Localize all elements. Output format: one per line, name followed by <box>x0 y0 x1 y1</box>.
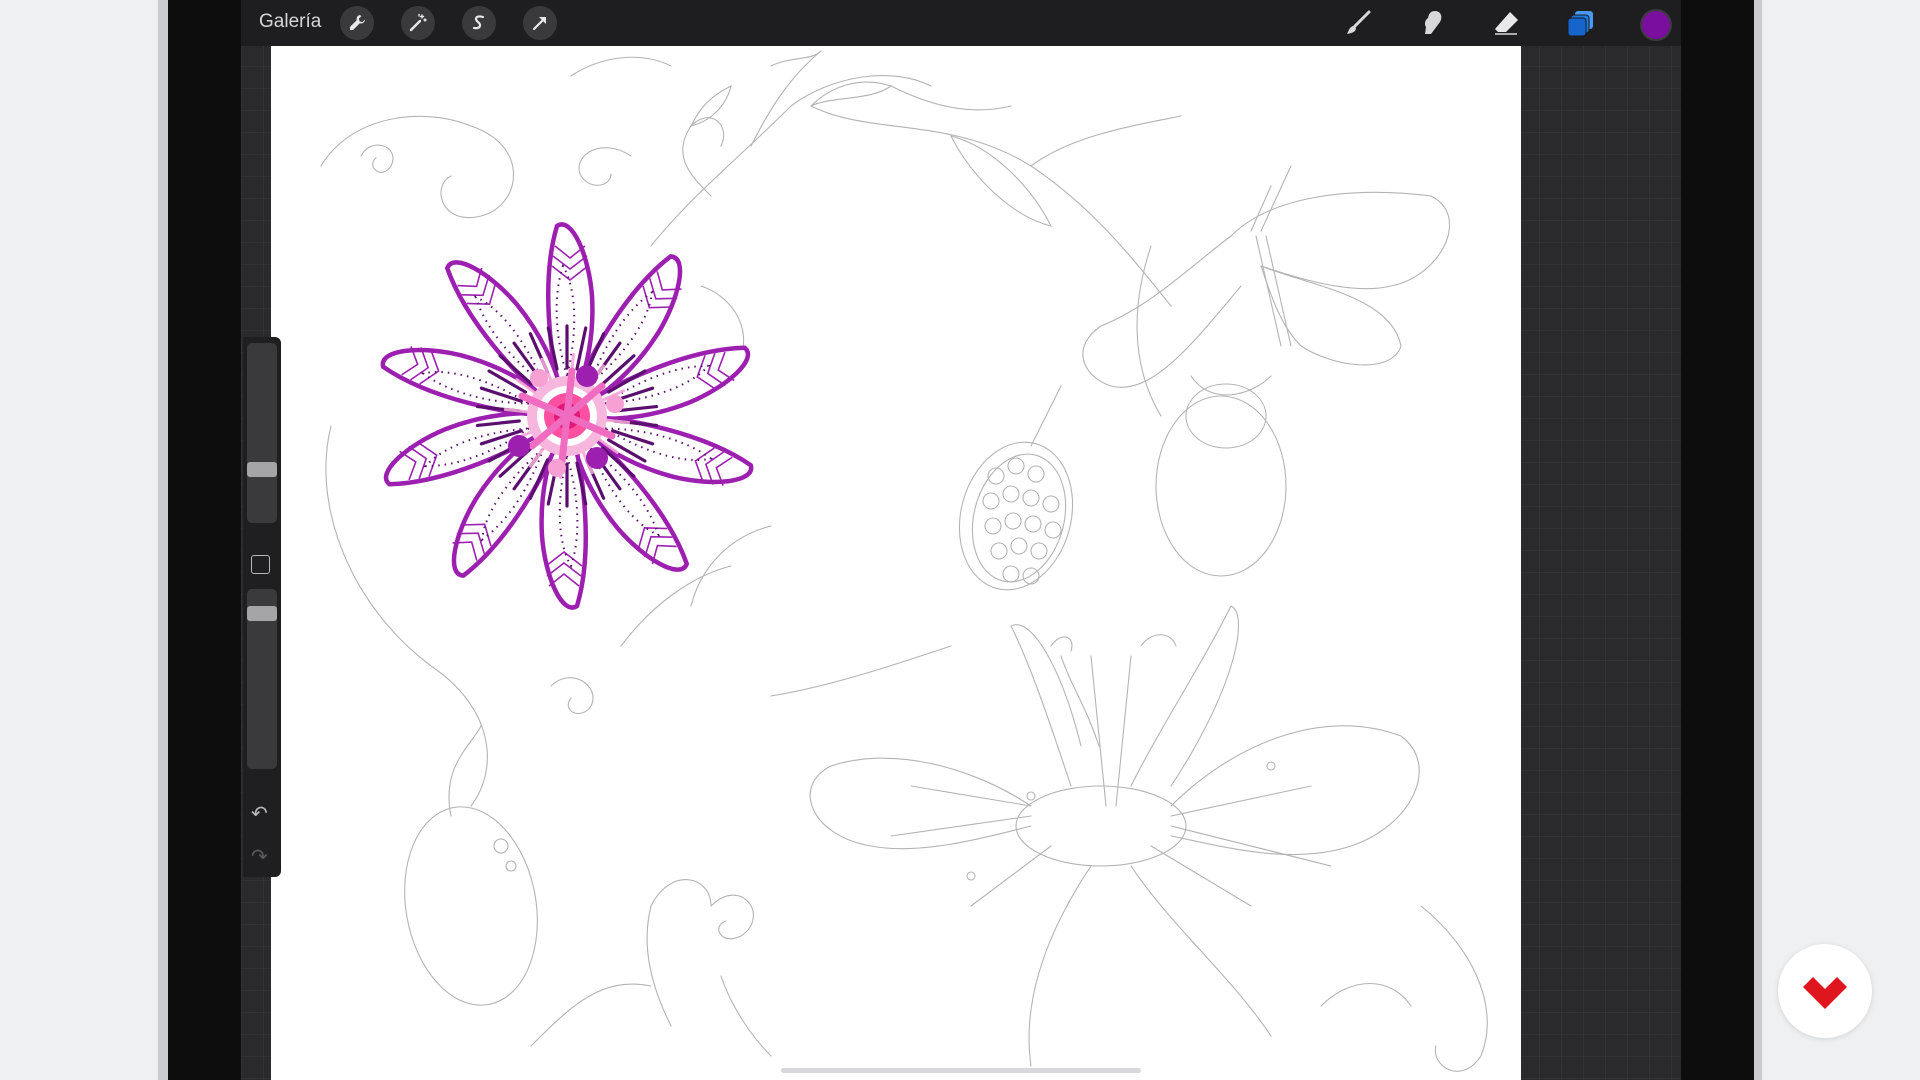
brand-logo <box>1778 944 1872 1038</box>
opacity-slider[interactable] <box>247 589 277 769</box>
heart-logo-icon <box>1803 977 1847 1009</box>
smudge-icon <box>1424 11 1442 34</box>
magic-wand-icon <box>409 13 427 32</box>
layers-button[interactable] <box>1562 4 1600 42</box>
modify-button[interactable] <box>251 555 270 574</box>
selection-icon <box>472 15 485 30</box>
brush-size-slider[interactable] <box>247 343 277 523</box>
brush-button[interactable] <box>1339 4 1377 42</box>
redo-icon[interactable]: ↷ <box>251 847 268 867</box>
left-sidebar: ↶ ↷ <box>243 337 281 877</box>
brush-icon <box>1347 10 1371 34</box>
home-indicator <box>781 1068 1141 1073</box>
undo-icon[interactable]: ↶ <box>251 804 268 824</box>
layers-icon <box>1567 11 1593 37</box>
wrench-icon <box>350 15 365 30</box>
gallery-button[interactable]: Galería <box>259 11 321 33</box>
eraser-icon <box>1495 12 1518 35</box>
drawing-canvas[interactable] <box>271 46 1521 1080</box>
smudge-button[interactable] <box>1413 4 1451 42</box>
canvas-artwork <box>320 50 1488 1072</box>
selection-button[interactable] <box>462 6 496 40</box>
adjustments-button[interactable] <box>401 6 435 40</box>
actions-button[interactable] <box>340 6 374 40</box>
eraser-button[interactable] <box>1487 4 1525 42</box>
opacity-knob[interactable] <box>247 606 277 621</box>
transform-button[interactable] <box>523 6 557 40</box>
transform-icon <box>532 17 546 31</box>
top-toolbar <box>241 0 1681 46</box>
brush-size-knob[interactable] <box>247 462 277 477</box>
color-picker-swatch[interactable] <box>1640 9 1672 41</box>
